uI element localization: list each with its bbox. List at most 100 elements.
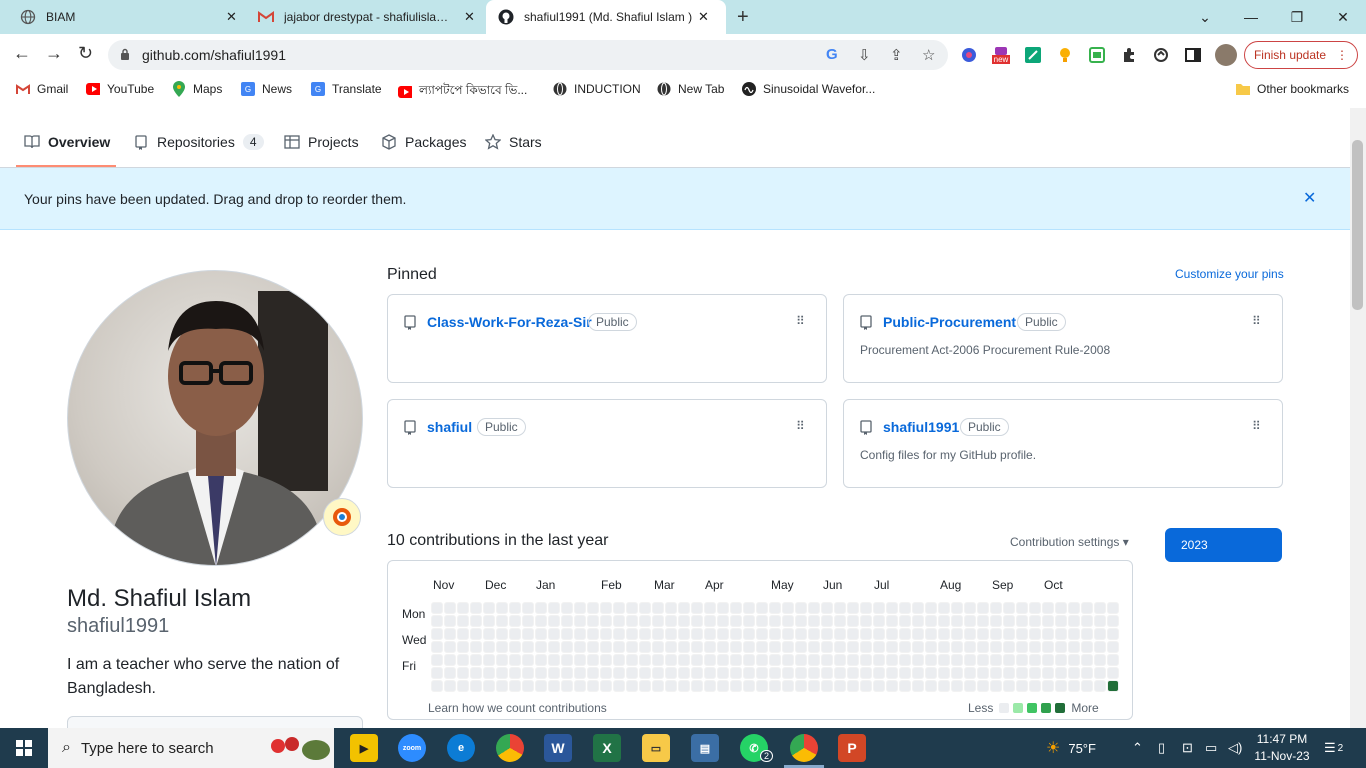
contribution-cell[interactable] — [574, 615, 586, 627]
contribution-cell[interactable] — [1107, 654, 1119, 666]
repo-name-link[interactable]: shafiul — [427, 419, 472, 435]
contribution-cell[interactable] — [1055, 615, 1067, 627]
contribution-cell[interactable] — [1107, 641, 1119, 653]
bookmark-sinusoidal[interactable]: Sinusoidal Wavefor... — [742, 82, 875, 96]
contribution-cell[interactable] — [522, 641, 534, 653]
contribution-cell[interactable] — [834, 654, 846, 666]
contribution-cell[interactable] — [717, 615, 729, 627]
contribution-cell[interactable] — [951, 602, 963, 614]
contribution-cell[interactable] — [522, 680, 534, 692]
contribution-cell[interactable] — [1003, 641, 1015, 653]
contribution-cell[interactable] — [1081, 615, 1093, 627]
bookmark-gmail[interactable]: Gmail — [16, 82, 68, 96]
contribution-cell[interactable] — [1055, 667, 1067, 679]
contribution-cell[interactable] — [808, 602, 820, 614]
contribution-cell[interactable] — [470, 628, 482, 640]
contribution-cell[interactable] — [964, 602, 976, 614]
drag-handle-icon[interactable]: ⠿ — [1252, 314, 1261, 328]
contribution-cell[interactable] — [821, 641, 833, 653]
contribution-cell[interactable] — [886, 602, 898, 614]
contribution-cell[interactable] — [600, 641, 612, 653]
contribution-cell[interactable] — [1016, 680, 1028, 692]
contribution-cell[interactable] — [548, 641, 560, 653]
bookmark-induction[interactable]: INDUCTION — [553, 82, 641, 96]
contribution-cell[interactable] — [431, 628, 443, 640]
contribution-cell[interactable] — [925, 615, 937, 627]
contribution-cell[interactable] — [431, 602, 443, 614]
contribution-cell[interactable] — [951, 654, 963, 666]
contribution-cell[interactable] — [834, 680, 846, 692]
browser-tab-gmail[interactable]: jajabor drestypat - shafiulislam.m ✕ — [238, 0, 486, 34]
contribution-cell[interactable] — [652, 641, 664, 653]
contribution-cell[interactable] — [678, 602, 690, 614]
battery-icon[interactable]: ▭ — [1205, 728, 1217, 768]
contribution-cell[interactable] — [587, 680, 599, 692]
contribution-cell[interactable] — [509, 654, 521, 666]
tab-repositories[interactable]: Repositories 4 — [133, 134, 264, 150]
contribution-cell[interactable] — [1003, 602, 1015, 614]
contribution-cell[interactable] — [873, 654, 885, 666]
contribution-cell[interactable] — [496, 654, 508, 666]
contribution-cell[interactable] — [665, 667, 677, 679]
contribution-cell[interactable] — [1042, 615, 1054, 627]
contribution-cell[interactable] — [1081, 680, 1093, 692]
contribution-cell[interactable] — [444, 667, 456, 679]
contribution-cell[interactable] — [925, 654, 937, 666]
contribution-cell[interactable] — [912, 680, 924, 692]
contribution-cell[interactable] — [561, 654, 573, 666]
contribution-cell[interactable] — [717, 641, 729, 653]
contribution-cell[interactable] — [769, 654, 781, 666]
contribution-cell[interactable] — [535, 654, 547, 666]
contribution-cell[interactable] — [1016, 615, 1028, 627]
contribution-cell[interactable] — [574, 654, 586, 666]
scrollbar-thumb[interactable] — [1352, 140, 1363, 310]
contribution-cell[interactable] — [678, 628, 690, 640]
contribution-cell[interactable] — [678, 680, 690, 692]
contribution-cell[interactable] — [899, 667, 911, 679]
zoom-app-icon[interactable]: zoom — [398, 734, 426, 762]
contribution-cell[interactable] — [795, 654, 807, 666]
contribution-cell[interactable] — [860, 680, 872, 692]
contribution-cell[interactable] — [769, 680, 781, 692]
contribution-cell[interactable] — [509, 680, 521, 692]
contribution-cell[interactable] — [1055, 654, 1067, 666]
contribution-cell[interactable] — [1055, 628, 1067, 640]
contribution-cell[interactable] — [522, 615, 534, 627]
contribution-cell[interactable] — [678, 641, 690, 653]
contribution-cell[interactable] — [730, 680, 742, 692]
contribution-cell[interactable] — [964, 628, 976, 640]
extension-globe-icon[interactable] — [960, 46, 978, 64]
contribution-cell[interactable] — [938, 680, 950, 692]
contribution-cell[interactable] — [847, 628, 859, 640]
contribution-cell[interactable] — [587, 654, 599, 666]
contribution-cell[interactable] — [444, 641, 456, 653]
contribution-cell[interactable] — [743, 654, 755, 666]
contribution-cell[interactable] — [925, 602, 937, 614]
contribution-cell[interactable] — [496, 641, 508, 653]
contribution-cell[interactable] — [782, 680, 794, 692]
contribution-cell[interactable] — [795, 602, 807, 614]
contribution-cell[interactable] — [457, 680, 469, 692]
contribution-cell[interactable] — [886, 667, 898, 679]
excel-app-icon[interactable]: X — [593, 734, 621, 762]
contribution-cell[interactable] — [1094, 615, 1106, 627]
extension-check-icon[interactable] — [1024, 46, 1042, 64]
pinned-repo-card[interactable]: Public-Procurement Public Procurement Ac… — [843, 294, 1283, 383]
contribution-cell[interactable] — [561, 615, 573, 627]
contribution-cell[interactable] — [730, 615, 742, 627]
contribution-cell[interactable] — [678, 654, 690, 666]
contribution-cell[interactable] — [561, 628, 573, 640]
contribution-cell[interactable] — [574, 602, 586, 614]
contribution-cell[interactable] — [821, 654, 833, 666]
contribution-cell[interactable] — [990, 680, 1002, 692]
bookmark-new-tab[interactable]: New Tab — [657, 82, 724, 96]
minimize-button[interactable]: — — [1228, 0, 1274, 34]
contribution-cell[interactable] — [743, 680, 755, 692]
contribution-cell[interactable] — [808, 667, 820, 679]
restore-button[interactable]: ❐ — [1274, 0, 1320, 34]
contribution-cell[interactable] — [743, 615, 755, 627]
contribution-cell[interactable] — [483, 641, 495, 653]
close-icon[interactable]: ✕ — [464, 9, 475, 25]
contribution-cell[interactable] — [977, 680, 989, 692]
contribution-cell[interactable] — [990, 615, 1002, 627]
